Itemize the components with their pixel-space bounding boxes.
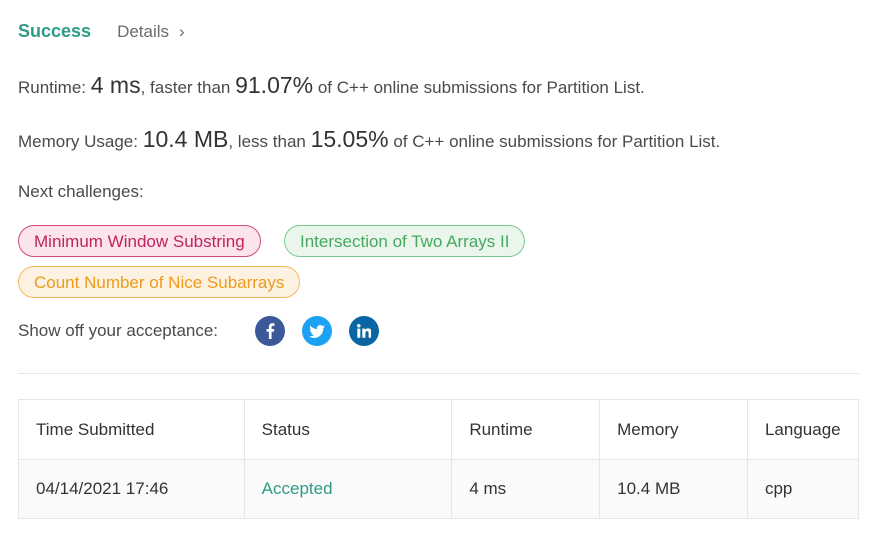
details-link[interactable]: Details › <box>117 22 185 42</box>
challenge-tag-minimum-window-substring[interactable]: Minimum Window Substring <box>18 225 261 257</box>
next-challenges-label: Next challenges: <box>18 182 144 201</box>
cell-time-submitted: 04/14/2021 17:46 <box>18 459 245 519</box>
facebook-icon[interactable] <box>255 316 285 346</box>
column-header-memory: Memory <box>599 399 748 460</box>
runtime-suffix: of C++ online submissions for Partition … <box>313 78 645 97</box>
runtime-middle-text: , faster than <box>140 78 236 97</box>
result-header: Success Details › <box>18 21 185 42</box>
table-header-row: Time Submitted Status Runtime Memory Lan… <box>18 399 860 460</box>
memory-middle-text: , less than <box>228 132 311 151</box>
challenge-tag-count-number-of-nice-subarrays[interactable]: Count Number of Nice Subarrays <box>18 266 301 298</box>
runtime-percent: 91.07% <box>235 72 314 98</box>
share-row: Show off your acceptance: <box>18 316 396 346</box>
memory-percent: 15.05% <box>310 126 389 152</box>
runtime-value: 4 ms <box>90 72 141 98</box>
linkedin-icon[interactable] <box>349 316 379 346</box>
runtime-label: Runtime: <box>18 78 91 97</box>
memory-suffix: of C++ online submissions for Partition … <box>388 132 721 151</box>
details-label: Details <box>117 21 170 41</box>
challenge-tag-intersection-of-two-arrays-ii[interactable]: Intersection of Two Arrays II <box>284 225 526 257</box>
share-label: Show off your acceptance: <box>18 321 219 340</box>
chevron-right-icon: › <box>179 21 185 41</box>
success-title: Success <box>18 21 92 41</box>
column-header-runtime: Runtime <box>451 399 601 460</box>
column-header-status: Status <box>243 399 453 460</box>
cell-language: cpp <box>746 459 860 519</box>
accepted-status-link[interactable]: Accepted <box>262 479 333 498</box>
memory-summary: Memory Usage: 10.4 MB, less than 15.05% … <box>18 126 720 153</box>
column-header-time-submitted: Time Submitted <box>18 399 245 460</box>
section-divider <box>18 373 859 374</box>
memory-label: Memory Usage: <box>18 132 143 151</box>
twitter-icon[interactable] <box>302 316 332 346</box>
submissions-table: Time Submitted Status Runtime Memory Lan… <box>18 399 860 519</box>
runtime-summary: Runtime: 4 ms, faster than 91.07% of C++… <box>18 72 645 99</box>
cell-memory: 10.4 MB <box>599 459 748 519</box>
memory-value: 10.4 MB <box>142 126 229 152</box>
column-header-language: Language <box>746 399 860 460</box>
table-row: 04/14/2021 17:46 Accepted 4 ms 10.4 MB c… <box>18 459 860 519</box>
cell-runtime: 4 ms <box>451 459 601 519</box>
cell-status: Accepted <box>243 459 453 519</box>
